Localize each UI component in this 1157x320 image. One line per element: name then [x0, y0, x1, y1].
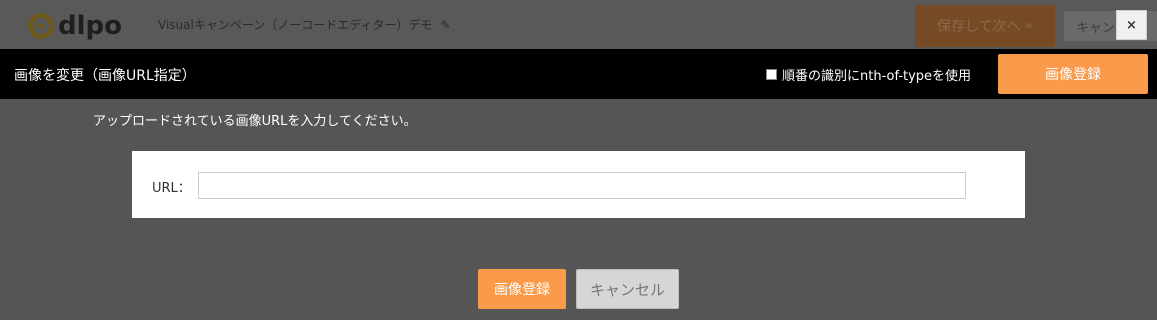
double-chevron-right-icon: »	[1024, 18, 1034, 34]
dialog-title-bar: 画像を変更（画像URL指定） 順番の識別にnth-of-typeを使用 画像登録	[0, 49, 1157, 99]
register-image-button[interactable]: 画像登録	[478, 269, 566, 309]
nth-of-type-checkbox[interactable]	[766, 69, 777, 80]
logo-text: dlpo	[58, 11, 122, 41]
url-label: URL：	[152, 181, 191, 196]
save-next-button[interactable]: 保存して次へ »	[915, 5, 1055, 47]
close-button[interactable]: ×	[1116, 10, 1147, 40]
cancel-button[interactable]: キャンセル	[576, 269, 679, 309]
close-icon: ×	[1126, 17, 1137, 33]
top-register-image-button[interactable]: 画像登録	[998, 54, 1148, 94]
project-title-text: Visualキャンペーン（ノーコードエディター）デモ	[158, 18, 433, 32]
logo-ring-icon	[28, 13, 54, 39]
dlpo-logo: dlpo	[28, 12, 122, 40]
project-title: Visualキャンペーン（ノーコードエディター）デモ ✎	[158, 16, 450, 33]
pencil-icon[interactable]: ✎	[440, 18, 450, 32]
instruction-text: アップロードされている画像URLを入力してください。	[93, 114, 417, 129]
cancel-label: キャンセル	[589, 280, 665, 299]
register-image-label: 画像登録	[494, 282, 550, 298]
dialog-title: 画像を変更（画像URL指定）	[14, 68, 196, 84]
url-form-panel: URL：	[132, 151, 1025, 218]
save-next-label: 保存して次へ	[936, 19, 1021, 35]
nth-of-type-label: 順番の識別にnth-of-typeを使用	[782, 69, 972, 84]
url-input[interactable]	[198, 172, 966, 199]
app-header: dlpo Visualキャンペーン（ノーコードエディター）デモ ✎ 保存して次へ…	[0, 0, 1157, 49]
top-register-image-label: 画像登録	[1045, 67, 1101, 83]
nth-of-type-option[interactable]: 順番の識別にnth-of-typeを使用	[766, 65, 971, 84]
